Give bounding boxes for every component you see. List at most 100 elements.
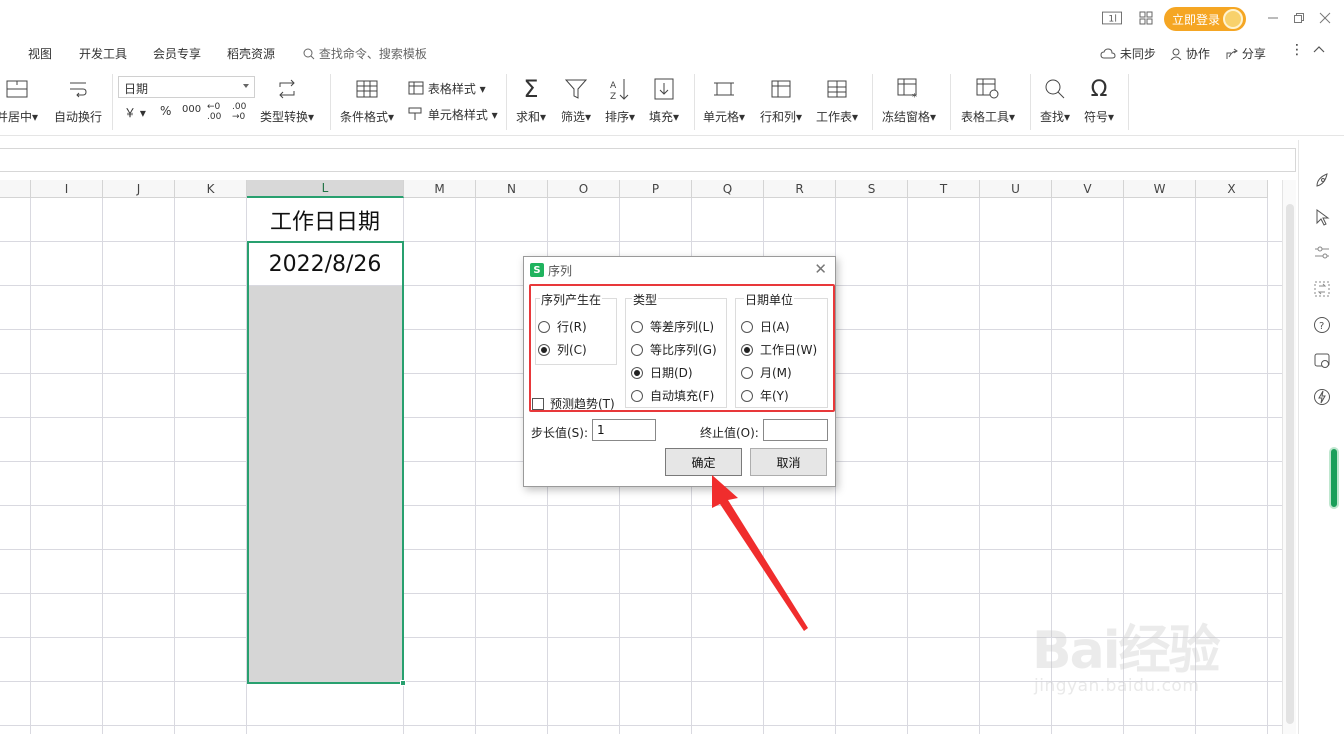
conditional-format-icon [356,80,378,98]
col-header-k[interactable]: K [175,180,247,198]
table-tools-button[interactable]: 表格工具▾ [961,76,1015,125]
menu-developer[interactable]: 开发工具 [79,45,127,62]
step-label: 步长值(S): [531,426,589,440]
sync-status[interactable]: 未同步 [1100,45,1156,62]
col-header-t[interactable]: T [908,180,980,198]
menu-view[interactable]: 视图 [28,45,52,62]
rocket-icon[interactable] [1313,172,1331,190]
menu-member[interactable]: 会员专享 [153,45,201,62]
type-convert-button[interactable]: 类型转换▾ [260,76,314,125]
step-input[interactable]: 1 [592,419,656,441]
minimize-icon[interactable] [1262,8,1284,28]
more-menu-icon[interactable]: ⋮ [1290,42,1304,58]
worksheet-button[interactable]: 工作表▾ [816,76,858,125]
grid-row-line [0,505,1282,506]
dialog-titlebar[interactable]: S 序列 ✕ [524,257,835,283]
sliders-icon[interactable] [1313,244,1331,262]
col-header-r[interactable]: R [764,180,836,198]
svg-text:1: 1 [1108,15,1114,25]
scrollbar-thumb[interactable] [1286,204,1294,724]
col-header-v[interactable]: V [1052,180,1124,198]
transfer-icon[interactable] [1313,280,1331,298]
sort-button[interactable]: AZ 排序▾ [605,76,635,125]
svg-text:?: ? [1319,321,1324,332]
number-format-select[interactable]: 日期 [118,76,255,98]
symbol-button[interactable]: Ω 符号▾ [1084,76,1114,125]
menu-bar: 视图 开发工具 会员专享 稻壳资源 查找命令、搜索模板 未同步 协作 分享 ⋮ [0,40,1344,66]
cursor-icon[interactable] [1313,208,1331,226]
grid-col-line [475,198,476,734]
col-header-l[interactable]: L [247,180,404,198]
stop-input[interactable] [763,419,828,441]
dialog-close-icon[interactable]: ✕ [814,260,827,278]
page-indicator-icon[interactable]: 1 [1102,9,1122,27]
image-tool-icon[interactable] [1313,352,1331,370]
fill-button[interactable]: 填充▾ [649,76,679,125]
increase-decimal-button[interactable]: ←0 .00 [207,102,227,122]
svg-text:*: * [912,92,917,100]
col-header-m[interactable]: M [404,180,476,198]
sum-button[interactable]: Σ 求和▾ [516,75,546,125]
col-header-i[interactable]: I [31,180,103,198]
merge-center-button[interactable]: 并居中▾ [0,76,38,125]
col-header-n[interactable]: N [476,180,548,198]
fill-down-icon [654,78,674,100]
percent-button[interactable]: % [160,104,171,118]
title-bar: 1 立即登录 [0,0,1344,36]
wrap-text-button[interactable]: 自动换行 [54,76,102,125]
find-button[interactable]: 查找▾ [1040,76,1070,125]
login-button[interactable]: 立即登录 [1164,7,1246,31]
col-header-w[interactable]: W [1124,180,1196,198]
col-header-p[interactable]: P [620,180,692,198]
fill-handle[interactable] [400,680,406,686]
col-header-q[interactable]: Q [692,180,764,198]
series-dialog: S 序列 ✕ 序列产生在 行(R) 列(C) 类型 等差序列(L) 等比序列(G… [523,256,836,487]
col-header-x[interactable]: X [1196,180,1268,198]
annotation-arrow-icon [712,475,808,631]
stop-label: 终止值(O): [700,426,759,440]
dialog-title: 序列 [548,264,573,278]
thousands-button[interactable]: 000 [182,104,201,115]
cell-style-button[interactable]: 单元格样式 ▾ [408,106,498,123]
omega-icon: Ω [1090,76,1108,102]
conditional-format-button[interactable]: 条件格式▾ [340,76,394,125]
share-button[interactable]: 分享 [1226,45,1266,62]
grid-row-line [0,725,1282,726]
svg-text:Z: Z [610,92,616,100]
convert-icon [279,79,295,99]
lightning-icon[interactable] [1313,388,1331,406]
formula-bar[interactable] [0,148,1296,172]
row-col-button[interactable]: 行和列▾ [760,76,802,125]
vertical-scrollbar[interactable] [1282,180,1296,734]
command-search-text: 查找命令、搜索模板 [318,47,427,61]
close-window-icon[interactable] [1314,8,1336,28]
help-icon[interactable]: ? [1313,316,1331,334]
cell-button[interactable]: 单元格▾ [703,76,745,125]
sigma-icon: Σ [523,75,539,103]
col-header-s[interactable]: S [836,180,908,198]
currency-button[interactable]: ￥ ▾ [124,104,146,121]
watermark-url: jingyan.baidu.com [1034,676,1200,696]
col-header-u[interactable]: U [980,180,1052,198]
restore-icon[interactable] [1288,8,1310,28]
command-search[interactable]: 查找命令、搜索模板 [303,45,427,62]
highlight-box [529,284,835,412]
sidebar-toggle-handle[interactable] [1329,447,1339,509]
merge-icon [6,80,28,98]
table-style-icon [408,81,424,95]
grid-row-line [0,549,1282,550]
cell-icon [714,82,735,96]
filter-button[interactable]: 筛选▾ [561,76,591,125]
grid-apps-icon[interactable] [1136,9,1156,27]
table-style-button[interactable]: 表格样式 ▾ [408,80,486,97]
collapse-ribbon-icon[interactable] [1312,42,1326,59]
login-label: 立即登录 [1172,12,1221,27]
decrease-decimal-button[interactable]: .00 →0 [232,102,252,122]
col-header-o[interactable]: O [548,180,620,198]
menu-docer[interactable]: 稻壳资源 [227,45,275,62]
cell-header[interactable]: 工作日日期 [247,199,403,240]
freeze-panes-button[interactable]: * 冻结窗格▾ [882,76,936,125]
collaborate-button[interactable]: 协作 [1170,45,1210,62]
col-header-j[interactable]: J [103,180,175,198]
grid-col-line [30,198,31,734]
